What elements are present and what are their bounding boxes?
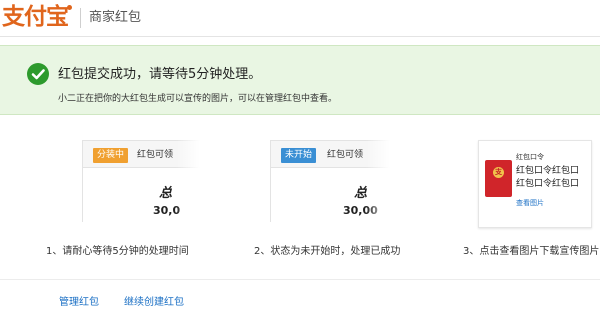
card-label: 红包可领 xyxy=(137,150,174,160)
step-3-caption: 3、点击查看图片下载宣传图片 xyxy=(463,246,600,257)
success-title: 红包提交成功，请等待5分钟处理。 xyxy=(58,67,262,82)
poster-line: 红包口令红包口 xyxy=(516,166,580,176)
fade-overlay xyxy=(176,140,200,222)
step-1-caption: 1、请耐心等待5分钟的处理时间 xyxy=(46,246,189,257)
header-divider xyxy=(80,8,81,28)
envelope-seal-icon: 支 xyxy=(493,167,504,178)
poster-line: 红包口令红包口 xyxy=(516,179,580,189)
alipay-logo[interactable]: 支付宝 xyxy=(2,2,72,32)
fade-overlay xyxy=(366,140,390,222)
success-subtitle: 小二正在把你的大红包生成可以宣传的图片，可以在管理红包中查看。 xyxy=(58,94,338,104)
poster-title: 红包口令 xyxy=(516,153,544,161)
logo-dot-icon xyxy=(67,5,72,10)
view-image-link[interactable]: 查看图片 xyxy=(516,199,544,208)
step-2-illustration: 未开始 红包可领 总 30,00 xyxy=(270,140,390,222)
continue-create-red-packet-link[interactable]: 继续创建红包 xyxy=(124,297,184,309)
red-envelope-icon: 支 xyxy=(485,160,512,197)
success-check-icon xyxy=(27,63,49,85)
logo-text: 支付宝 xyxy=(2,3,69,30)
status-badge: 分装中 xyxy=(93,148,129,163)
step-1-illustration: 分装中 红包可领 总 30,0 xyxy=(82,140,200,222)
step-2-caption: 2、状态为未开始时，处理已成功 xyxy=(254,246,401,257)
status-badge: 未开始 xyxy=(281,148,317,163)
manage-red-packets-link[interactable]: 管理红包 xyxy=(59,297,99,309)
top-header: 支付宝 商家红包 xyxy=(0,0,600,37)
step-3-poster-preview: 支 红包口令 红包口令红包口 红包口令红包口 查看图片 xyxy=(478,140,592,228)
page-title: 商家红包 xyxy=(89,10,142,25)
card-label: 红包可领 xyxy=(327,150,364,160)
total-label: 总 xyxy=(159,186,173,201)
success-banner: 红包提交成功，请等待5分钟处理。 小二正在把你的大红包生成可以宣传的图片，可以在… xyxy=(0,45,600,115)
footer-divider xyxy=(0,279,600,280)
